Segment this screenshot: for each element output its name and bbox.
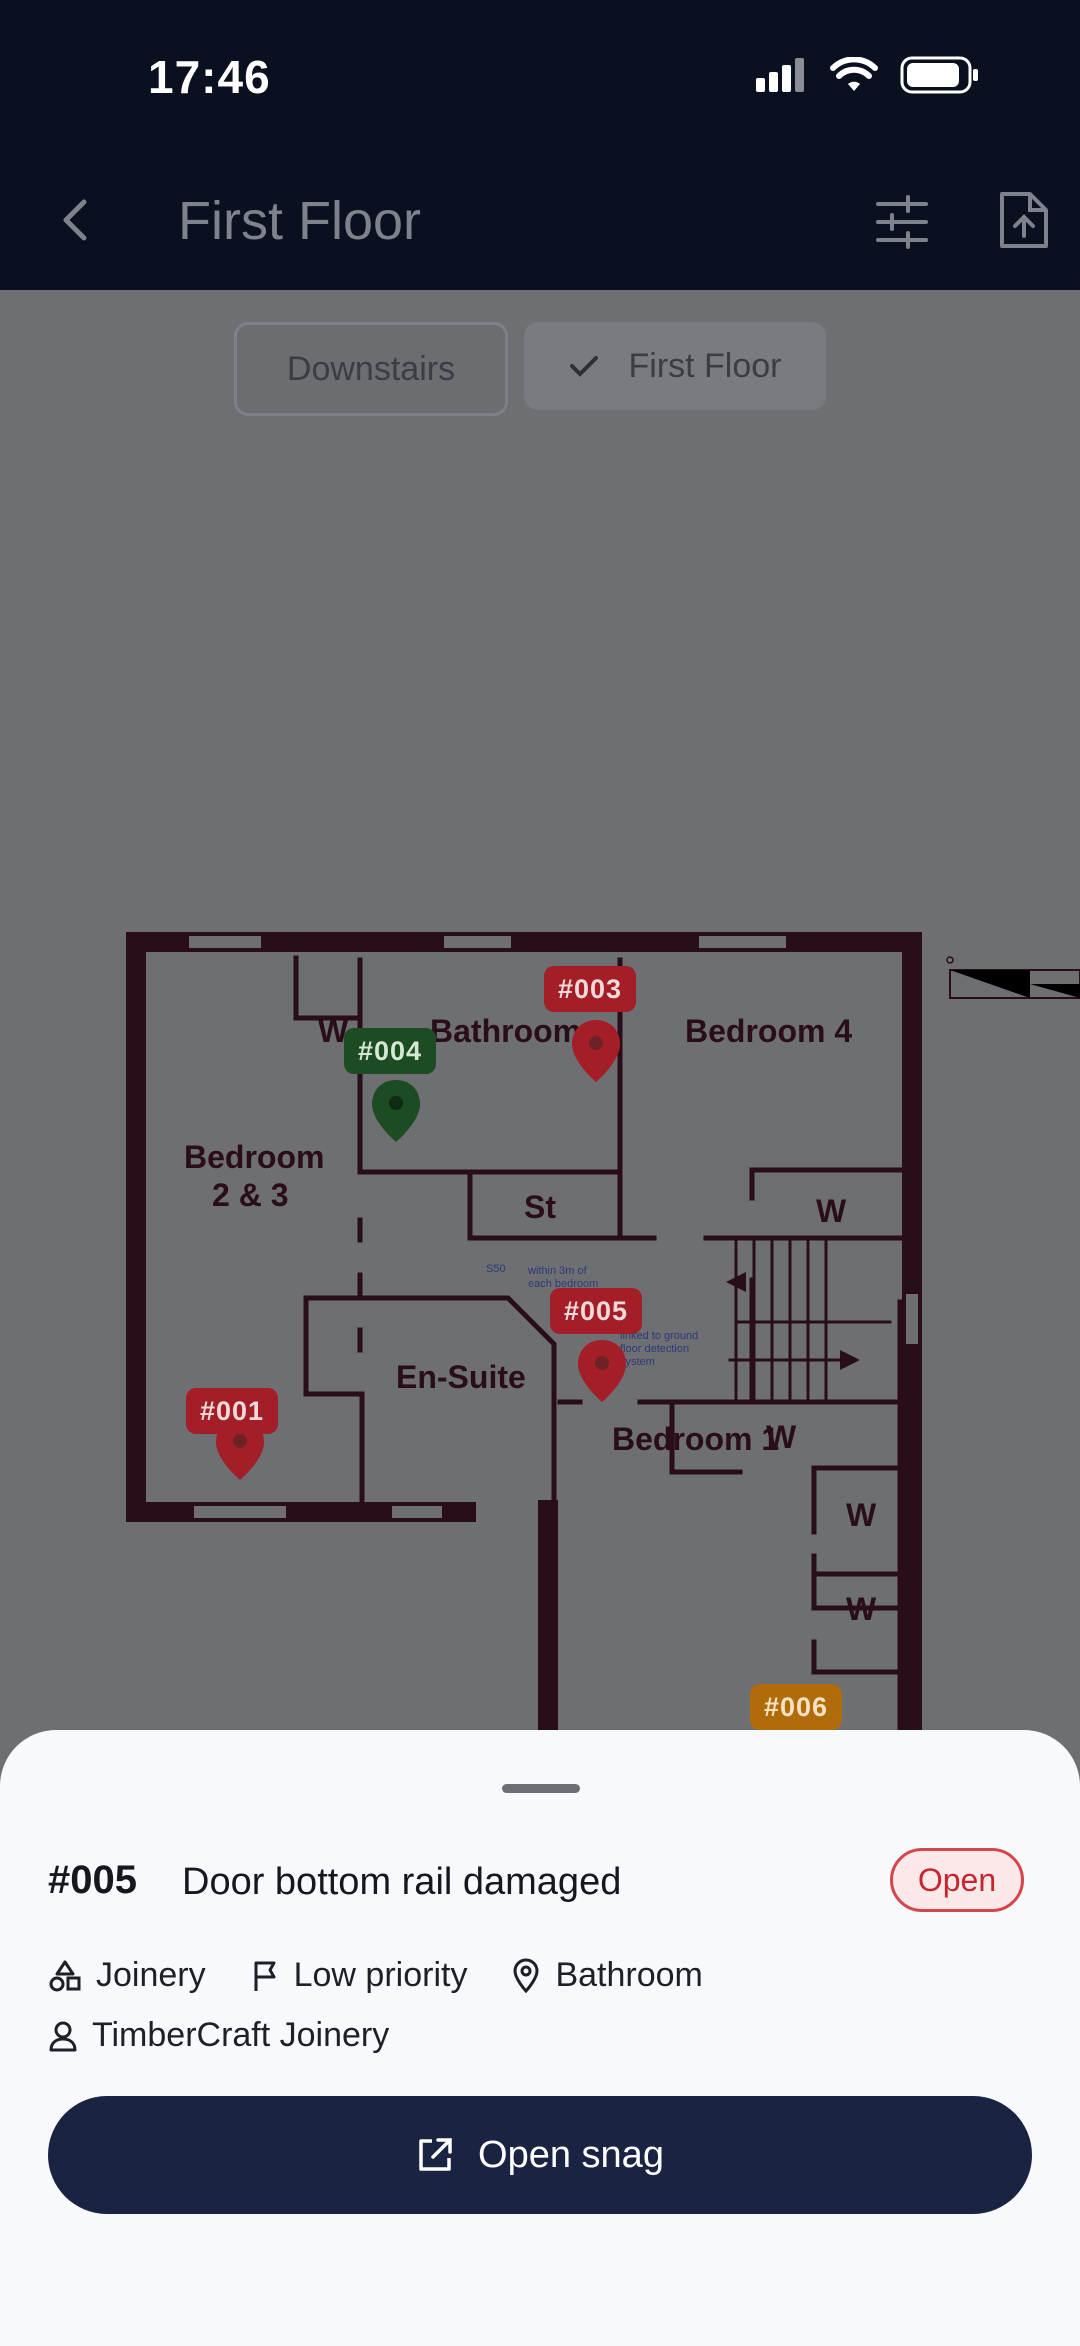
- location-pin-icon: [513, 1958, 539, 1993]
- filter-sliders-icon[interactable]: [874, 194, 930, 250]
- export-file-icon[interactable]: [996, 190, 1052, 250]
- pin-label-006[interactable]: #006: [750, 1684, 843, 1730]
- location-tag: Bathroom: [511, 1956, 703, 1995]
- app-bar: First Floor: [0, 150, 1080, 290]
- floor-chip-downstairs[interactable]: Downstairs: [234, 322, 508, 416]
- status-badge: Open: [890, 1848, 1024, 1912]
- trade-tag: Joinery: [48, 1956, 206, 1995]
- location-label: Bathroom: [555, 1956, 703, 1994]
- floor-chip-label: Downstairs: [286, 349, 456, 388]
- snag-meta-row: Joinery Low priority Bathroom: [48, 1956, 747, 1995]
- room-label-en-suite: En-Suite: [396, 1359, 526, 1395]
- status-bar: 17:46: [0, 0, 1080, 150]
- snag-detail-sheet: #005 Door bottom rail damaged Open Joine…: [0, 1730, 1080, 2346]
- wifi-icon: [830, 57, 878, 91]
- shapes-icon: [49, 1960, 81, 1991]
- open-snag-label: Open snag: [478, 2133, 664, 2176]
- battery-icon: [900, 56, 978, 94]
- priority-label: Low priority: [293, 1956, 468, 1994]
- pin-label-003[interactable]: #003: [544, 966, 637, 1012]
- pin-marker-004[interactable]: [372, 1080, 420, 1142]
- room-label-store: St: [524, 1189, 556, 1225]
- status-badge-label: Open: [917, 1861, 997, 1898]
- floor-chip-label: First Floor: [628, 346, 782, 385]
- priority-tag: Low priority: [250, 1956, 468, 1995]
- drag-handle[interactable]: [502, 1784, 580, 1793]
- room-label-bedroom-4: Bedroom 4: [685, 1013, 852, 1049]
- assignee-label: TimberCraft Joinery: [92, 2016, 390, 2054]
- page-title: First Floor: [178, 191, 421, 251]
- pin-label-001[interactable]: #001: [186, 1388, 279, 1434]
- room-label-wardrobe: W: [816, 1193, 847, 1229]
- floor-plan[interactable]: Bathroom Bedroom 4 Bedroom 2 & 3 St W W E…: [0, 920, 1080, 1740]
- room-label-bathroom: Bathroom: [430, 1013, 581, 1049]
- flag-icon: [254, 1961, 276, 1991]
- open-snag-button[interactable]: Open snag: [48, 2096, 1032, 2214]
- floor-chip-first-floor[interactable]: First Floor: [524, 322, 826, 410]
- pin-label-005[interactable]: #005: [550, 1288, 643, 1334]
- room-label-wardrobe: W: [766, 1419, 797, 1455]
- floor-selector: Downstairs First Floor: [0, 322, 1080, 416]
- pin-marker-003[interactable]: [572, 1020, 620, 1082]
- person-icon: [49, 2021, 77, 2051]
- assignee-row: TimberCraft Joinery: [48, 2016, 433, 2055]
- trade-label: Joinery: [96, 1956, 206, 1994]
- open-external-icon: [419, 2138, 452, 2171]
- pin-label-004[interactable]: #004: [344, 1028, 437, 1074]
- pin-marker-005[interactable]: [578, 1340, 626, 1402]
- annotation-line: within 3m of: [527, 1265, 588, 1277]
- assignee-tag: TimberCraft Joinery: [48, 2016, 389, 2055]
- room-label-wardrobe: W: [846, 1497, 877, 1533]
- annotation-code: S50: [486, 1263, 506, 1275]
- room-label-wardrobe: W: [846, 1591, 877, 1627]
- check-icon: [569, 356, 598, 377]
- status-time: 17:46: [148, 51, 271, 103]
- cellular-signal-icon: [756, 58, 804, 92]
- room-label-bedroom-2-3: Bedroom 2 & 3: [184, 1139, 324, 1213]
- room-label-bedroom-1: Bedroom 1: [612, 1421, 779, 1457]
- snag-title: Door bottom rail damaged: [182, 1861, 622, 1903]
- back-arrow-icon[interactable]: [48, 190, 108, 250]
- annotation-line: floor detection: [620, 1343, 689, 1355]
- snag-number: #005: [48, 1858, 137, 1902]
